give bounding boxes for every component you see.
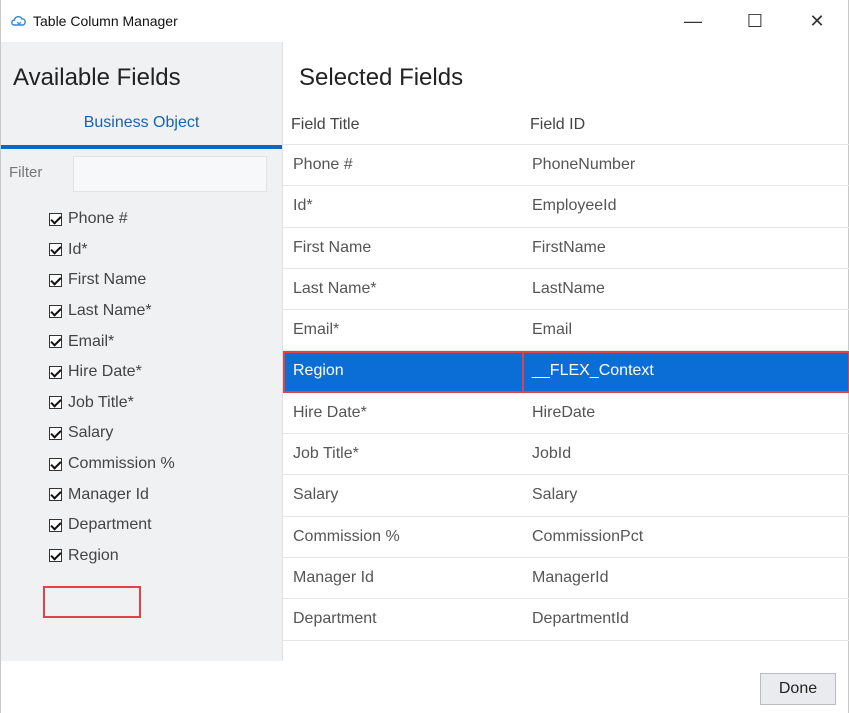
cell-field-title: Salary [293,486,339,504]
field-checkbox[interactable] [49,273,62,287]
field-label: Salary [68,424,114,442]
cell-field-id: HireDate [532,403,596,421]
field-checkbox[interactable] [49,488,62,502]
cell-field-title: Phone # [293,156,353,173]
table-row[interactable]: Job Title* JobId [283,434,849,476]
available-field-list: Phone # Id* First Name Last Name* Email* Hire… [49,204,175,571]
available-field-item[interactable]: Phone # [49,204,175,235]
table-row[interactable]: Commission % CommissionPct [283,517,849,558]
cloud-app-icon [9,11,29,31]
selected-fields-table: Phone # PhoneNumber Id* EmployeeId First Nam… [283,144,849,641]
cell-field-id: EmployeeId [532,197,617,215]
available-field-item[interactable]: Job Title* [49,388,175,419]
field-checkbox[interactable] [49,396,62,410]
field-checkbox[interactable] [49,426,62,440]
cell-field-id: PhoneNumber [532,156,636,173]
field-checkbox[interactable] [49,304,62,318]
field-checkbox[interactable] [49,457,62,471]
tab-active-indicator [1,145,282,149]
cell-field-id: JobId [532,445,572,463]
field-label: Email* [68,332,115,350]
column-header-field-title[interactable]: Field Title [291,116,359,134]
table-row[interactable]: Manager Id ManagerId [283,558,849,600]
field-checkbox[interactable] [49,518,62,532]
available-field-item[interactable]: Last Name* [49,296,175,327]
field-checkbox[interactable] [49,243,62,257]
cell-field-title: Hire Date* [293,403,367,421]
field-label: Region [68,546,119,564]
table-row-selected[interactable]: Region __FLEX_Context [283,351,849,393]
field-checkbox[interactable] [49,335,62,349]
field-checkbox[interactable] [49,212,62,226]
cell-field-id: DepartmentId [532,610,629,628]
available-field-item[interactable]: Department [49,510,175,541]
filter-label: Filter [9,164,43,181]
cell-field-title: Commission % [293,527,400,545]
cell-field-id: Salary [532,486,578,504]
cell-field-id: Email [532,321,573,339]
table-row[interactable]: Last Name* LastName [283,269,849,311]
available-field-item[interactable]: Email* [49,326,175,357]
available-field-item[interactable]: Commission % [49,449,175,480]
maximize-button[interactable]: ☐ [724,0,786,42]
table-row[interactable]: Phone # PhoneNumber [283,145,849,187]
window-title: Table Column Manager [33,13,178,29]
cell-field-title: Id* [293,197,313,215]
field-label: Phone # [68,210,128,228]
done-button[interactable]: Done [760,673,836,705]
available-field-item[interactable]: Hire Date* [49,357,175,388]
field-label: Department [68,516,152,534]
field-label: Id* [68,240,88,258]
title-bar[interactable]: Table Column Manager — ☐ ✕ [1,0,848,42]
available-field-item[interactable]: Id* [49,235,175,266]
cell-field-title: Email* [293,321,340,339]
table-row[interactable]: Id* EmployeeId [283,186,849,228]
tab-business-object[interactable]: Business Object [1,114,282,146]
field-label: Manager Id [68,485,149,503]
selected-fields-title: Selected Fields [299,64,464,91]
field-label: First Name [68,271,147,289]
table-row[interactable]: Email* Email [283,310,849,352]
field-checkbox[interactable] [49,365,62,379]
region-highlight-box [43,586,141,618]
cell-field-title: Last Name* [293,279,377,297]
footer-bar: Done [1,661,848,713]
cell-field-id: FirstName [532,238,606,256]
minimize-button[interactable]: — [662,0,724,42]
cell-field-id: LastName [532,279,605,297]
column-header-field-id[interactable]: Field ID [530,116,585,134]
cell-field-title: Manager Id [293,568,374,586]
field-label: Commission % [68,455,175,473]
cell-field-title: First Name [293,238,372,256]
available-field-item[interactable]: First Name [49,265,175,296]
field-label: Hire Date* [68,363,142,381]
field-label: Job Title* [68,393,134,411]
selected-fields-panel: Selected Fields Field Title Field ID Pho… [283,42,849,661]
available-fields-title: Available Fields [13,64,181,91]
field-label: Last Name* [68,302,152,320]
available-field-item[interactable]: Region [49,541,175,572]
cell-field-title: Job Title* [293,445,359,463]
available-fields-panel: Available Fields Business Object Filter … [1,42,283,661]
cell-field-id: ManagerId [532,568,609,586]
cell-field-title: Department [293,610,377,628]
cell-field-id: CommissionPct [532,527,644,545]
cell-field-title: Region [293,362,344,380]
table-row[interactable]: Salary Salary [283,475,849,517]
close-button[interactable]: ✕ [786,0,848,42]
window-controls: — ☐ ✕ [662,0,848,42]
table-column-manager-window: Table Column Manager — ☐ ✕ Available Fie… [0,0,849,713]
table-row[interactable]: Department DepartmentId [283,599,849,641]
available-field-item[interactable]: Manager Id [49,479,175,510]
cell-divider [522,353,524,391]
field-checkbox[interactable] [49,549,62,563]
filter-input[interactable] [73,156,267,192]
available-field-item[interactable]: Salary [49,418,175,449]
cell-field-id: __FLEX_Context [532,362,654,380]
table-row[interactable]: First Name FirstName [283,228,849,269]
table-row[interactable]: Hire Date* HireDate [283,393,849,435]
